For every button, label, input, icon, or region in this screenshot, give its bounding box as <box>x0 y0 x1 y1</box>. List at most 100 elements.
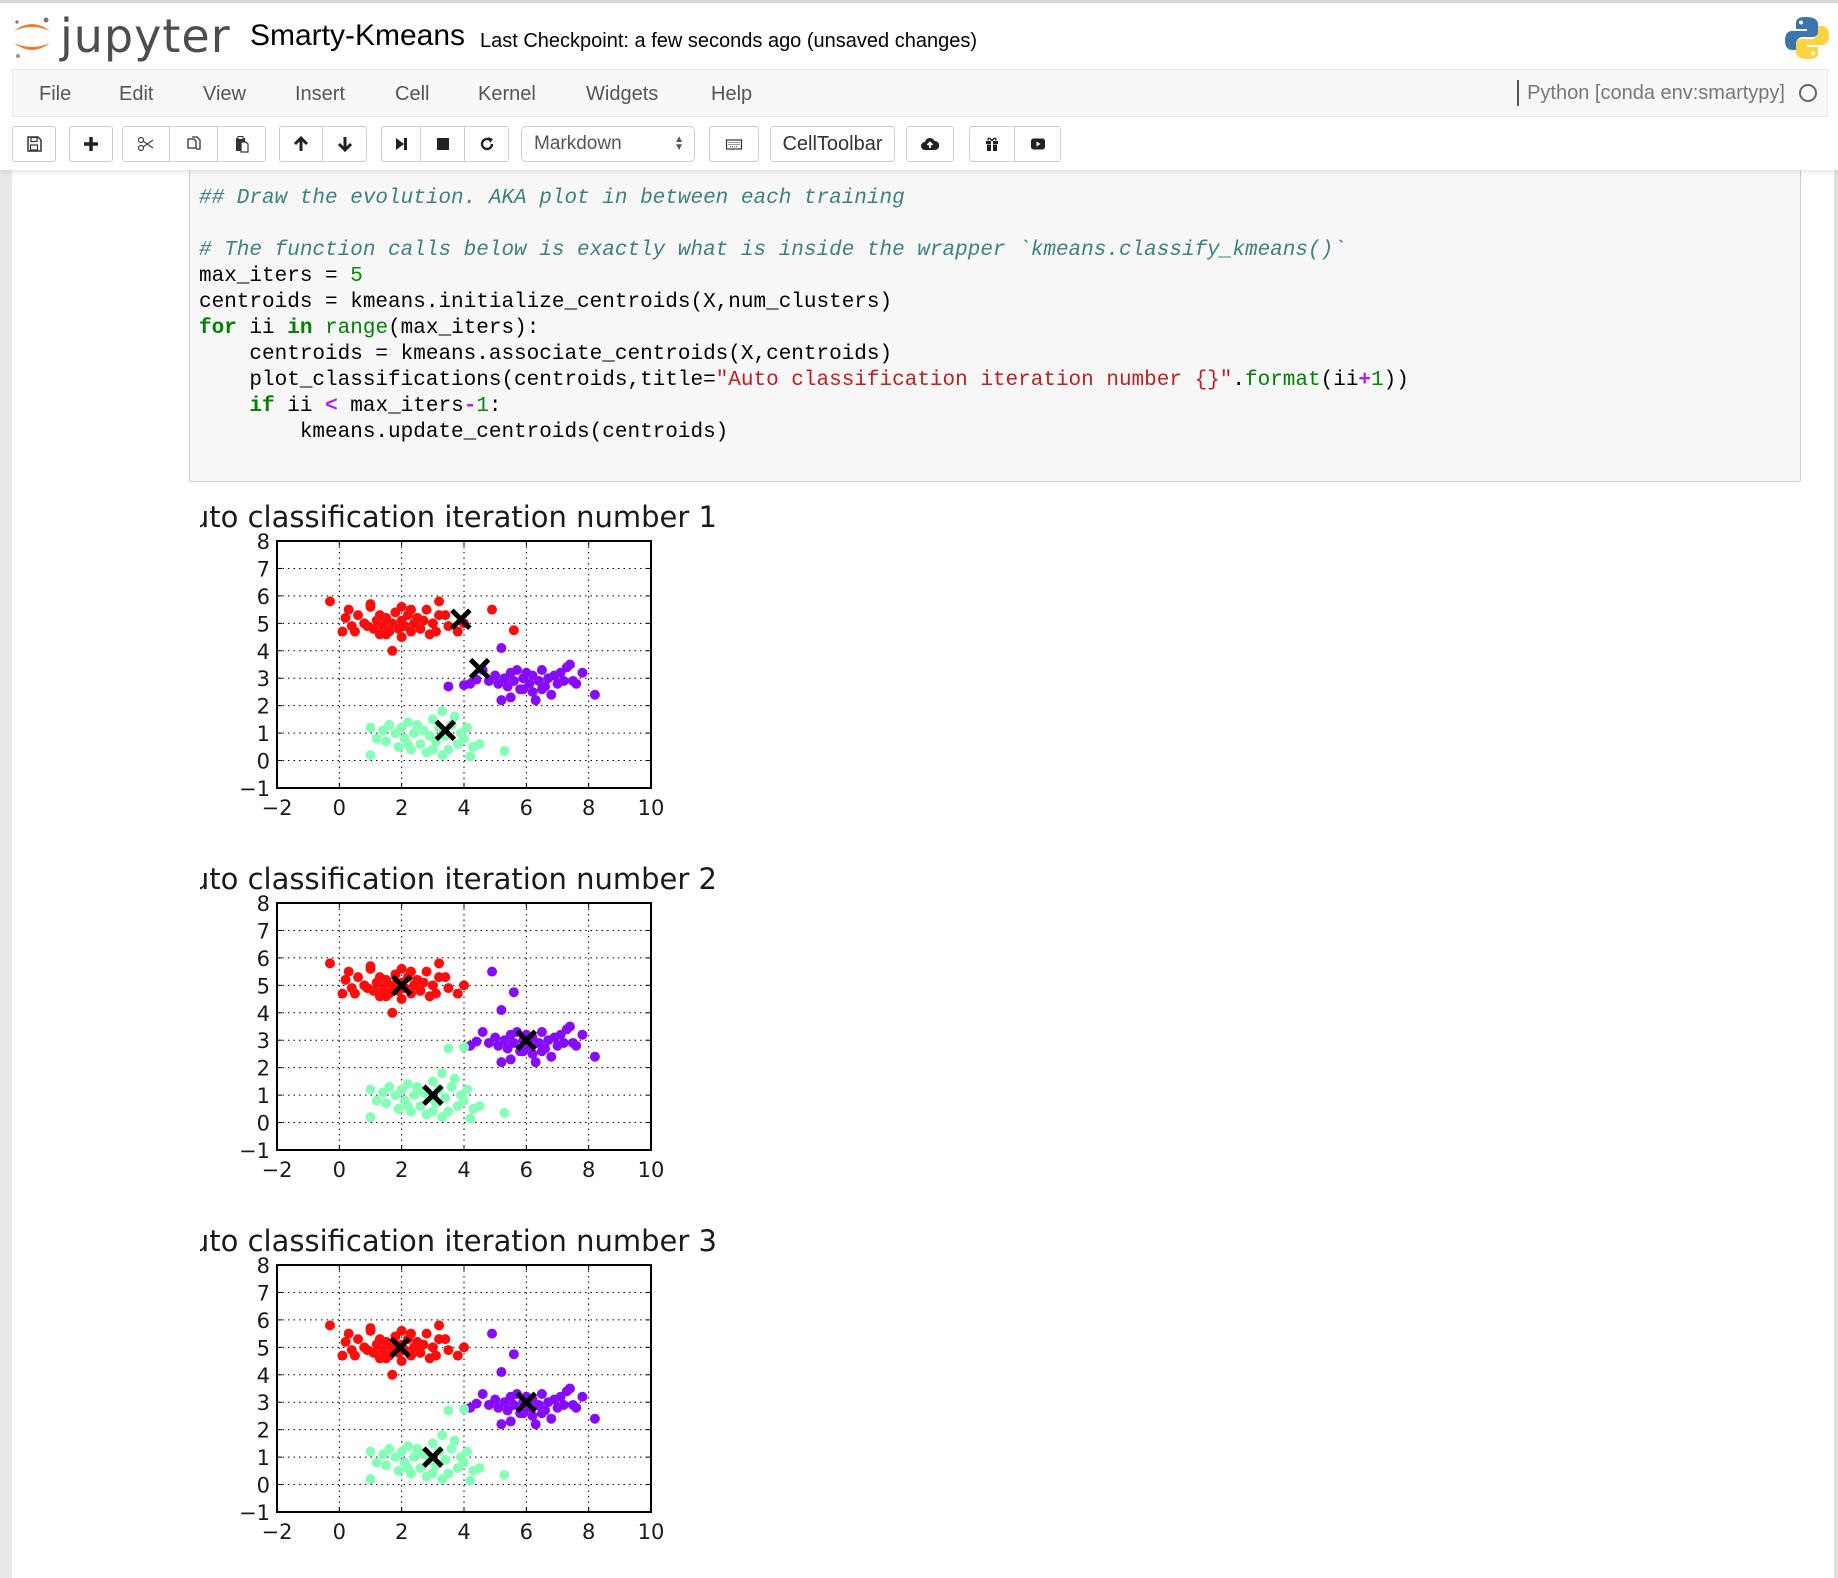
save-button[interactable] <box>12 126 56 162</box>
point-cluster-2 <box>465 1475 476 1486</box>
point-cluster-0 <box>343 1328 354 1339</box>
point-cluster-1 <box>589 1413 600 1424</box>
run-button[interactable] <box>381 126 421 162</box>
y-tick-label: −1 <box>239 1501 270 1525</box>
point-cluster-2 <box>365 1112 376 1123</box>
code-line-1: ## Draw the evolution. AKA plot in betwe… <box>199 187 905 210</box>
point-cluster-1 <box>577 1391 588 1402</box>
logo-wordmark: jupyter <box>60 9 231 63</box>
point-cluster-2 <box>371 733 382 744</box>
scatter-chart-3: Auto classification iteration number 3−2… <box>200 1224 717 1544</box>
jupyter-logo[interactable]: jupyter <box>10 9 230 63</box>
menu-file[interactable]: File <box>39 83 71 106</box>
gift-button[interactable] <box>969 126 1015 162</box>
point-cluster-0 <box>487 604 498 615</box>
point-cluster-1 <box>496 1057 507 1068</box>
y-tick-label: 6 <box>257 585 270 609</box>
present-button[interactable] <box>1015 126 1061 162</box>
point-cluster-0 <box>443 983 454 994</box>
point-cluster-0 <box>396 963 407 974</box>
paste-button[interactable] <box>218 126 266 162</box>
gift-icon <box>986 137 998 151</box>
y-tick-label: 0 <box>257 1474 270 1498</box>
publish-button[interactable] <box>906 126 954 162</box>
select-arrows-icon: ▲ ▼ <box>674 134 684 153</box>
x-tick-label: 8 <box>582 1520 595 1544</box>
point-cluster-0 <box>365 1325 376 1336</box>
point-cluster-1 <box>443 681 454 692</box>
interrupt-button[interactable] <box>421 126 465 162</box>
x-tick-label: 0 <box>333 1158 346 1182</box>
restart-button[interactable] <box>465 126 509 162</box>
x-tick-label: 0 <box>333 1520 346 1544</box>
menu-kernel[interactable]: Kernel <box>478 83 536 106</box>
point-cluster-0 <box>430 988 441 999</box>
point-cluster-1 <box>477 1388 488 1399</box>
point-cluster-0 <box>440 610 451 621</box>
point-cluster-0 <box>362 1345 373 1356</box>
y-tick-label: 1 <box>257 722 270 746</box>
point-cluster-2 <box>393 741 404 752</box>
refresh-icon <box>480 137 493 151</box>
point-cluster-0 <box>362 983 373 994</box>
youtube-play-icon <box>1030 138 1045 150</box>
output-plot-2: Auto classification iteration number 2 −2… <box>200 857 740 1197</box>
insert-cell-button[interactable] <box>69 126 113 162</box>
y-tick-label: 2 <box>257 695 270 719</box>
menu-insert[interactable]: Insert <box>295 83 345 106</box>
code-cell[interactable]: ## Draw the evolution. AKA plot in betwe… <box>189 170 1801 482</box>
point-cluster-1 <box>471 1036 482 1047</box>
point-cluster-1 <box>496 1419 507 1430</box>
point-cluster-0 <box>459 980 469 991</box>
point-cluster-0 <box>396 601 407 612</box>
menu-widgets[interactable]: Widgets <box>586 83 658 106</box>
point-cluster-1 <box>530 695 541 706</box>
point-cluster-0 <box>381 629 392 640</box>
move-up-button[interactable] <box>279 126 323 162</box>
x-tick-label: 2 <box>395 1520 408 1544</box>
point-cluster-1 <box>564 1021 575 1032</box>
cut-button[interactable] <box>122 126 170 162</box>
kernel-indicator[interactable]: Python [conda env:smartypy] <box>1517 70 1817 116</box>
menu-view[interactable]: View <box>203 83 246 106</box>
copy-button[interactable] <box>170 126 218 162</box>
move-down-button[interactable] <box>323 126 367 162</box>
point-cluster-2 <box>499 745 510 756</box>
page-scrollbar[interactable] <box>1834 170 1838 1578</box>
point-cluster-1 <box>505 692 516 703</box>
point-cluster-2 <box>384 1081 395 1092</box>
point-cluster-1 <box>564 1383 575 1394</box>
menu-help[interactable]: Help <box>711 83 752 106</box>
data-points <box>324 1320 600 1486</box>
menu-edit[interactable]: Edit <box>119 83 153 106</box>
notebook-title[interactable]: Smarty-Kmeans <box>250 19 465 53</box>
code-editor[interactable]: ## Draw the evolution. AKA plot in betwe… <box>199 186 1409 446</box>
arrow-up-icon <box>293 135 309 151</box>
point-cluster-2 <box>427 1468 438 1479</box>
point-cluster-1 <box>471 1398 482 1409</box>
point-cluster-1 <box>536 1408 547 1419</box>
y-tick-label: 1 <box>257 1084 270 1108</box>
y-tick-label: 3 <box>257 667 270 691</box>
point-cluster-2 <box>427 1076 438 1087</box>
point-cluster-0 <box>443 1345 454 1356</box>
point-cluster-0 <box>343 604 354 615</box>
celltoolbar-button[interactable]: CellToolbar <box>770 126 895 162</box>
point-cluster-0 <box>418 615 429 626</box>
menu-cell[interactable]: Cell <box>395 83 429 106</box>
y-tick-label: 8 <box>257 892 270 916</box>
point-cluster-1 <box>508 675 519 686</box>
y-tick-label: 6 <box>257 1309 270 1333</box>
point-cluster-2 <box>381 1098 392 1109</box>
point-cluster-2 <box>402 1441 413 1452</box>
point-cluster-0 <box>421 604 432 615</box>
point-cluster-1 <box>571 678 582 689</box>
y-tick-label: −1 <box>239 1139 270 1163</box>
x-tick-label: 10 <box>638 1158 665 1182</box>
point-cluster-0 <box>387 645 398 656</box>
keyboard-icon <box>725 139 743 150</box>
cell-type-select[interactable]: Markdown ▲ ▼ <box>521 126 695 162</box>
point-cluster-1 <box>459 680 469 691</box>
point-cluster-1 <box>505 1416 516 1427</box>
command-palette-button[interactable] <box>709 126 759 162</box>
